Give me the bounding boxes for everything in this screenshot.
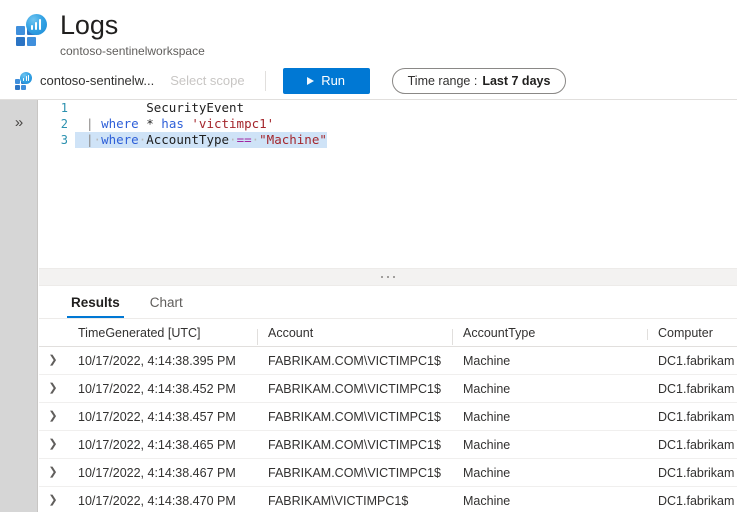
logs-analytics-icon	[14, 14, 48, 48]
workspace-subtitle: contoso-sentinelworkspace	[60, 44, 205, 59]
cell-account: FABRIKAM.COM\VICTIMPC1$	[257, 466, 452, 480]
cell-computer: DC1.fabrikam	[647, 410, 737, 424]
cell-accounttype: Machine	[452, 382, 647, 396]
table-row[interactable]: ❯ 10/17/2022, 4:14:38.465 PM FABRIKAM.CO…	[39, 431, 737, 459]
table-row[interactable]: ❯ 10/17/2022, 4:14:38.457 PM FABRIKAM.CO…	[39, 403, 737, 431]
time-range-value: Last 7 days	[482, 74, 550, 88]
time-range-label: Time range :	[408, 74, 478, 88]
cell-accounttype: Machine	[452, 466, 647, 480]
query-editor[interactable]: 1 SecurityEvent 2 | where * has 'victimp…	[39, 100, 737, 268]
chevron-right-icon[interactable]: ❯	[39, 495, 67, 506]
table-header-row: TimeGenerated [UTC] Account AccountType …	[39, 319, 737, 347]
run-button[interactable]: Run	[283, 68, 370, 94]
run-button-label: Run	[321, 73, 345, 88]
page-title: Logs	[60, 9, 205, 41]
code-line-1[interactable]: 1 SecurityEvent	[39, 100, 737, 116]
chevron-right-icon[interactable]: ❯	[39, 467, 67, 478]
tab-chart[interactable]: Chart	[146, 295, 187, 318]
logs-query-page: Logs contoso-sentinelworkspace contoso-s…	[0, 0, 737, 512]
results-panel: Results Chart TimeGenerated [UTC] Accoun…	[39, 286, 737, 512]
scope-logs-analytics-icon	[14, 72, 32, 90]
query-table-name: SecurityEvent	[146, 100, 244, 115]
code-line-3[interactable]: 3 |·where·AccountType·==·"Machine"	[39, 132, 737, 148]
cell-accounttype: Machine	[452, 410, 647, 424]
line-number: 1	[39, 100, 75, 116]
cell-computer: DC1.fabrikam	[647, 354, 737, 368]
column-header-accounttype[interactable]: AccountType	[452, 326, 647, 340]
query-equality-operator: ==	[237, 132, 252, 147]
query-wildcard: *	[146, 116, 154, 131]
cell-accounttype: Machine	[452, 438, 647, 452]
cell-account: FABRIKAM\VICTIMPC1$	[257, 494, 452, 508]
query-keyword-where: where	[101, 116, 139, 131]
code-line-2[interactable]: 2 | where * has 'victimpc1'	[39, 116, 737, 132]
cell-computer: DC1.fabrikam	[647, 382, 737, 396]
line-number: 3	[39, 132, 75, 148]
cell-accounttype: Machine	[452, 354, 647, 368]
left-rail: »	[0, 100, 38, 512]
cell-timegenerated: 10/17/2022, 4:14:38.457 PM	[67, 410, 257, 424]
query-column-name: AccountType	[146, 132, 229, 147]
cell-computer: DC1.fabrikam	[647, 438, 737, 452]
table-row[interactable]: ❯ 10/17/2022, 4:14:38.395 PM FABRIKAM.CO…	[39, 347, 737, 375]
cell-account: FABRIKAM.COM\VICTIMPC1$	[257, 354, 452, 368]
results-tabs: Results Chart	[39, 286, 737, 319]
drag-handle-dots-icon	[381, 276, 395, 278]
double-chevron-right-icon[interactable]: »	[0, 110, 38, 134]
cell-account: FABRIKAM.COM\VICTIMPC1$	[257, 410, 452, 424]
chevron-right-icon[interactable]: ❯	[39, 355, 67, 366]
chevron-right-icon[interactable]: ❯	[39, 383, 67, 394]
command-bar: contoso-sentinelw... Select scope Run Ti…	[0, 62, 737, 100]
table-row[interactable]: ❯ 10/17/2022, 4:14:38.470 PM FABRIKAM\VI…	[39, 487, 737, 512]
cell-account: FABRIKAM.COM\VICTIMPC1$	[257, 382, 452, 396]
column-header-timegenerated[interactable]: TimeGenerated [UTC]	[67, 326, 257, 340]
query-operator-has: has	[161, 116, 184, 131]
cell-account: FABRIKAM.COM\VICTIMPC1$	[257, 438, 452, 452]
time-range-picker[interactable]: Time range : Last 7 days	[392, 68, 567, 94]
cell-timegenerated: 10/17/2022, 4:14:38.465 PM	[67, 438, 257, 452]
cell-computer: DC1.fabrikam	[647, 494, 737, 508]
cell-computer: DC1.fabrikam	[647, 466, 737, 480]
query-string-literal: "Machine"	[259, 132, 327, 147]
table-row[interactable]: ❯ 10/17/2022, 4:14:38.467 PM FABRIKAM.CO…	[39, 459, 737, 487]
column-header-account[interactable]: Account	[257, 326, 452, 340]
table-row[interactable]: ❯ 10/17/2022, 4:14:38.452 PM FABRIKAM.CO…	[39, 375, 737, 403]
column-header-computer[interactable]: Computer	[647, 326, 737, 340]
query-pipe: |	[86, 116, 94, 131]
scope-selector[interactable]: contoso-sentinelw...	[40, 73, 154, 88]
tab-results[interactable]: Results	[67, 295, 124, 318]
chevron-right-icon[interactable]: ❯	[39, 439, 67, 450]
line-number: 2	[39, 116, 75, 132]
title-block: Logs contoso-sentinelworkspace	[60, 9, 205, 59]
query-pipe: |	[86, 132, 94, 147]
panel-splitter[interactable]	[39, 268, 737, 286]
cell-timegenerated: 10/17/2022, 4:14:38.467 PM	[67, 466, 257, 480]
cell-timegenerated: 10/17/2022, 4:14:38.395 PM	[67, 354, 257, 368]
play-icon	[307, 77, 314, 85]
results-table: TimeGenerated [UTC] Account AccountType …	[39, 319, 737, 512]
chevron-right-icon[interactable]: ❯	[39, 411, 67, 422]
cell-accounttype: Machine	[452, 494, 647, 508]
select-scope-placeholder[interactable]: Select scope	[170, 73, 244, 88]
query-keyword-where: where	[101, 132, 139, 147]
cell-timegenerated: 10/17/2022, 4:14:38.452 PM	[67, 382, 257, 396]
toolbar-divider	[265, 71, 266, 91]
page-header: Logs contoso-sentinelworkspace	[0, 0, 737, 62]
query-string-literal: 'victimpc1'	[191, 116, 274, 131]
cell-timegenerated: 10/17/2022, 4:14:38.470 PM	[67, 494, 257, 508]
